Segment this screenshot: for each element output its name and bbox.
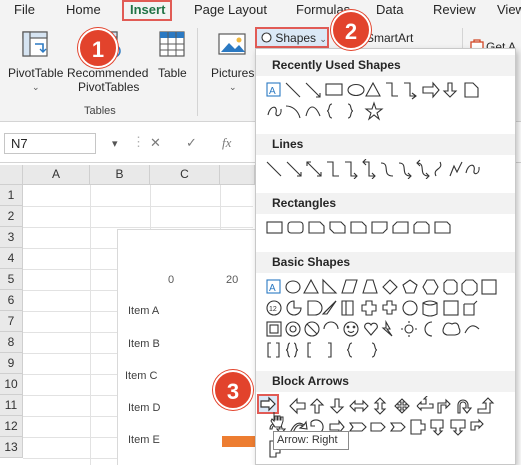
row-header[interactable]: 4 [0,248,23,269]
select-all-corner[interactable] [0,165,23,185]
recommended-pivottables-line1[interactable]: Recommended [67,66,148,80]
section-rectangles: Rectangles [256,193,515,214]
category-label: Item B [128,338,160,350]
basic-shapes-icons-1[interactable]: A [266,277,506,297]
row-header[interactable]: 10 [0,374,23,395]
formula-dots-icon: ⋮ [132,134,145,149]
x-tick-label: 20 [226,274,239,286]
basic-shapes-icons-3[interactable] [266,319,506,339]
grid-line [23,227,253,228]
shapes-label: Shapes [275,31,317,45]
lines-icons[interactable] [266,159,506,179]
table-icon[interactable] [158,30,186,63]
menu-bar: File Home Insert Page Layout Formulas Da… [0,0,521,22]
row-header[interactable]: 5 [0,269,23,290]
section-basic-shapes: Basic Shapes [256,252,515,273]
svg-text:A: A [269,283,276,294]
tab-file[interactable]: File [14,2,35,17]
shapes-dropdown: Recently Used Shapes A Lines Rectangles … [255,48,516,465]
cancel-icon[interactable]: ✕ [150,135,161,151]
section-block-arrows: Block Arrows [256,371,515,392]
basic-shapes-icons-2[interactable]: 12 [266,298,506,318]
bar-chart[interactable]: 0 20 Item A Item B Item C Item D Item E [117,229,271,465]
chevron-down-icon: ⌄ [319,34,327,44]
shapes-icon [261,32,272,43]
step-badge-2: 2 [331,10,371,50]
enter-icon[interactable]: ✓ [186,135,197,151]
insert-function-icon[interactable]: fx [222,135,231,151]
step-badge-3: 3 [213,370,253,410]
name-box-caret-icon[interactable]: ▾ [112,137,118,150]
column-header-c[interactable]: C [150,165,220,185]
row-header[interactable]: 12 [0,416,23,437]
tab-home[interactable]: Home [66,2,101,17]
rectangles-icons[interactable] [266,218,506,238]
tab-review[interactable]: Review [433,2,476,17]
column-header-b[interactable]: B [90,165,150,185]
section-recently-used: Recently Used Shapes [256,55,515,76]
pivottable-caret-icon[interactable]: ⌄ [32,82,40,93]
grid-line [90,185,91,465]
row-header[interactable]: 1 [0,185,23,206]
category-label: Item A [128,305,160,317]
ribbon-separator [197,28,198,116]
row-header[interactable]: 2 [0,206,23,227]
table-button[interactable]: Table [158,66,187,80]
column-header-d[interactable] [220,165,255,185]
row-header[interactable]: 9 [0,353,23,374]
pictures-caret-icon[interactable]: ⌄ [229,82,237,93]
recent-shapes-icons-2[interactable] [266,101,506,121]
basic-shapes-icons-4[interactable] [266,340,506,360]
pivottable-button[interactable]: PivotTable [8,66,63,80]
recent-shapes-icons[interactable]: A [266,80,506,100]
grid-line [23,206,253,207]
row-header[interactable]: 6 [0,290,23,311]
row-header[interactable]: 7 [0,311,23,332]
row-header[interactable]: 8 [0,332,23,353]
insert-tab-highlight [122,0,172,21]
row-header[interactable]: 13 [0,437,23,458]
hand-cursor-icon [270,410,284,431]
step-badge-1: 1 [78,28,118,68]
block-arrows-icons-1[interactable] [266,396,506,416]
category-label: Item C [125,370,158,382]
svg-text:A: A [269,86,276,97]
pictures-icon[interactable] [217,32,247,61]
x-tick-label: 0 [168,274,175,286]
section-lines: Lines [256,134,515,155]
tab-view[interactable]: View [497,2,521,17]
row-header[interactable]: 3 [0,227,23,248]
shape-tooltip: Arrow: Right [273,431,349,450]
tables-group-label: Tables [84,105,116,117]
shapes-button[interactable]: Shapes ⌄ [255,27,329,48]
recommended-pivottables-line2[interactable]: PivotTables [78,80,139,94]
tab-page-layout[interactable]: Page Layout [194,2,267,17]
category-label: Item D [128,402,161,414]
svg-text:12: 12 [269,306,277,313]
tab-data[interactable]: Data [376,2,403,17]
category-label: Item E [128,434,160,446]
row-header[interactable]: 11 [0,395,23,416]
pictures-button[interactable]: Pictures [211,66,254,80]
smartart-button[interactable]: SmartArt [366,31,413,45]
name-box[interactable]: N7 [4,133,96,154]
column-header-a[interactable]: A [23,165,90,185]
pivottable-icon[interactable] [21,30,51,63]
